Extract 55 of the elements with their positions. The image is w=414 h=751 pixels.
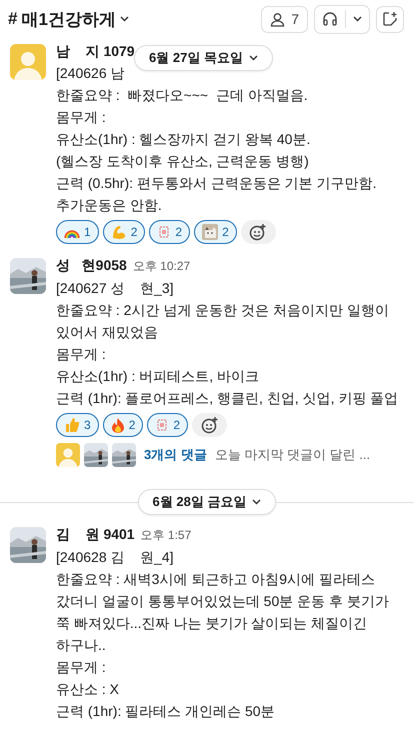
cat-icon <box>202 224 218 240</box>
message-time[interactable]: 오후 10:27 <box>132 255 190 277</box>
add-emoji-icon <box>200 416 219 434</box>
replies-link[interactable]: 3개의 댓글 <box>144 444 207 466</box>
message-text: 유산소 : X <box>56 680 120 699</box>
chevron-icon <box>353 16 362 22</box>
chevron-icon <box>120 16 129 22</box>
canvas-button[interactable] <box>376 6 404 32</box>
last-reply-text: 오늘 마지막 댓글이 달린 ... <box>214 446 370 464</box>
author-name[interactable]: 남 지 1079 <box>56 40 135 62</box>
message-text: [240626 남 <box>56 64 126 83</box>
message-text: 한줄요약 : 빠졌다오~~~ 근데 아직멀음. <box>56 86 309 105</box>
channel-title[interactable]: # 매1건강하게 <box>8 8 129 30</box>
message-text: 몸무게 : <box>56 345 107 364</box>
date-divider[interactable]: 6월 28일 금요일 <box>138 489 276 515</box>
message-text: 근력 (1hr): 필라테스 개인레슨 50분 <box>56 702 276 721</box>
reaction-chip[interactable]: 2 <box>194 220 237 244</box>
reaction-chip[interactable]: 2 <box>102 413 144 437</box>
reaction-chip[interactable]: 2 <box>102 220 146 244</box>
message-text: (헬스장 도착이후 유산소, 근력운동 병행) <box>56 152 310 171</box>
new-canvas-icon <box>382 11 398 27</box>
chevron-icon <box>252 499 262 505</box>
message-text: 몸무게 : <box>56 108 107 127</box>
headphones-icon <box>322 11 338 27</box>
person-icon <box>270 12 286 26</box>
flexed-arm-icon <box>110 224 127 240</box>
message-time[interactable]: 오후 1:57 <box>140 524 192 546</box>
stamp-icon <box>155 418 170 432</box>
message-text: 몸무게 : <box>56 658 107 677</box>
reaction-chip[interactable]: 3 <box>56 413 99 437</box>
author-name[interactable]: 김 원 9401 <box>56 523 135 545</box>
message-text: 한줄요약 : 새벽3시에 퇴근하고 아침9시에 필라테스 갔더니 얼굴이 통통부어있었는데 50분 운동 후 붓기가 쭉 빠져있다...진짜 나는 붓기가 살이되는 체질이긴 하구나.. <box>56 570 390 655</box>
message-text: 근력 (1hr): 플로어프레스, 행클린, 친업, 싯업, 키핑 풀업 <box>56 389 400 408</box>
avatar-placeholder-icon <box>10 44 46 80</box>
add-emoji-icon <box>249 223 268 241</box>
message-text: [240628 김 원_4] <box>56 548 175 567</box>
reaction-chip[interactable]: 1 <box>56 220 99 244</box>
reaction-chip[interactable]: 2 <box>149 220 190 244</box>
message-text: 추가운동은 안함. <box>56 196 163 215</box>
reaction-chip[interactable]: 2 <box>147 413 188 437</box>
message-text: 근력 (0.5hr): 편두통와서 근력운동은 기본 기구만함. <box>56 174 378 193</box>
date-divider[interactable]: 6월 27일 목요일 <box>134 45 273 71</box>
message-text: 한줄요약 : 2시간 넘게 운동한 것은 처음이지만 일행이 있어서 재밌었음 <box>56 301 390 342</box>
message-text: 유산소(1hr) : 헬스장까지 걷기 왕복 40분. <box>56 130 312 149</box>
add-reaction-button[interactable] <box>240 220 276 244</box>
message-text: [240627 성 현_3] <box>56 279 175 298</box>
add-reaction-button[interactable] <box>192 413 228 437</box>
chevron-icon <box>248 55 258 61</box>
author-name[interactable]: 성 현9058 <box>56 254 127 276</box>
members-button[interactable]: 7 <box>261 6 308 32</box>
stamp-icon <box>157 225 172 239</box>
fire-icon <box>110 417 125 433</box>
message-text: 유산소(1hr) : 버피테스트, 바이크 <box>56 367 260 386</box>
avatar-placeholder-icon <box>56 443 80 467</box>
thumbs-up-icon <box>64 417 80 433</box>
